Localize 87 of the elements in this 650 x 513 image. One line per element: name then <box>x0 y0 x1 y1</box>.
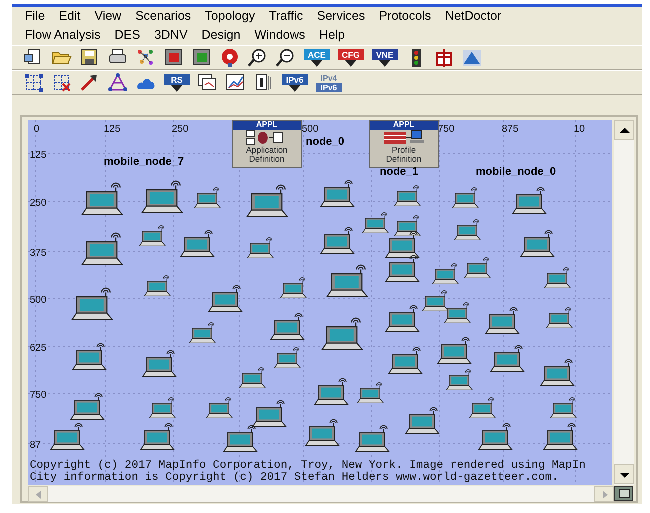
profile-icon <box>382 130 426 146</box>
laptop-icon <box>149 395 177 419</box>
laptop-icon <box>452 185 480 209</box>
laptop-icon <box>446 367 474 391</box>
laptop-icon <box>239 365 267 389</box>
node-label: mobile_node_0 <box>476 165 556 180</box>
toolbar-button[interactable]: IPv6 <box>278 71 312 94</box>
ruler-label: 125 <box>30 149 47 163</box>
ruler-label: 750 <box>30 389 47 403</box>
ruler-label: 87 <box>30 439 42 453</box>
laptop-icon <box>139 223 167 247</box>
arrow-icon <box>80 72 100 92</box>
laptop-icon <box>394 183 422 207</box>
menu-item[interactable]: Design <box>194 26 248 45</box>
toolbar-button[interactable]: VNE <box>368 46 402 69</box>
laptop-icon <box>189 320 217 344</box>
laptop-icon <box>394 213 422 237</box>
frame-icon <box>434 48 454 68</box>
ruler-label: 750 <box>438 123 455 137</box>
menu-item[interactable]: Flow Analysis <box>18 26 108 45</box>
ruler-label: 250 <box>30 197 47 211</box>
laptop-icon <box>274 345 302 369</box>
ruler-label: 10 <box>574 123 586 137</box>
menu-item[interactable]: Topology <box>198 7 262 26</box>
laptop-icon <box>362 210 390 234</box>
laptop-icon <box>206 395 234 419</box>
ruler-label: 625 <box>30 342 47 356</box>
circle-icon <box>220 48 240 68</box>
square-icon <box>192 48 212 68</box>
node-label: node_1 <box>380 165 419 180</box>
ruler-label: 125 <box>104 123 121 137</box>
laptop-icon <box>357 380 385 404</box>
application-config-node: APPL Application Definition <box>232 120 302 168</box>
menu-item[interactable]: NetDoctor <box>438 7 509 26</box>
square-icon <box>164 48 184 68</box>
laptop-icon <box>194 185 222 209</box>
copyright-text: Copyright (c) 2017 MapInfo Corporation, Troy, New York. Image rendered using MapIn City information is Copyright (c) 2017 Stefan Helders www.world-gazetteer.com. <box>30 460 586 484</box>
laptop-icon <box>432 261 460 285</box>
zoom-in-icon <box>248 48 268 68</box>
scatter-icon <box>136 48 156 68</box>
network-icon <box>108 72 128 92</box>
toolbar-button[interactable]: RS <box>160 71 194 94</box>
menu-item[interactable]: File <box>18 7 52 26</box>
menu-item[interactable]: Scenarios <box>128 7 198 26</box>
save-icon <box>80 48 100 68</box>
book-icon <box>254 72 274 92</box>
laptop-icon <box>454 217 482 241</box>
menu-item[interactable]: Traffic <box>262 7 310 26</box>
toolbar-button[interactable]: CFG <box>334 46 368 69</box>
menu-item[interactable]: Services <box>310 7 372 26</box>
ruler-label: 250 <box>172 123 189 137</box>
ruler-label: 375 <box>30 247 47 261</box>
ruler-label: 500 <box>30 294 47 308</box>
laptop-icon <box>464 255 492 279</box>
profile-config-node: APPL Profile Definition <box>369 120 439 168</box>
laptop-icon <box>546 305 574 329</box>
laptop-icon <box>550 395 578 419</box>
overview-icon[interactable] <box>614 486 634 502</box>
toolbar-button[interactable]: ACE <box>300 46 334 69</box>
chart-icon <box>226 72 246 92</box>
menu-item[interactable]: View <box>88 7 129 26</box>
vertical-scrollbar[interactable] <box>614 120 634 485</box>
node-label: mobile_node_7 <box>104 155 184 170</box>
scroll-down-icon[interactable] <box>614 464 634 484</box>
menu-item[interactable]: Protocols <box>372 7 438 26</box>
ruler-label: 500 <box>302 123 319 137</box>
menu-item[interactable]: Windows <box>248 26 312 45</box>
node-label: node_0 <box>306 135 345 150</box>
zoom-out-icon <box>276 48 296 68</box>
laptop-icon <box>469 395 497 419</box>
menu-item[interactable]: 3DNV <box>147 26 195 45</box>
toolbar-button[interactable]: IPv4 IPv6 <box>312 71 346 94</box>
grid-icon <box>24 72 44 92</box>
menu-item[interactable]: DES <box>108 26 148 45</box>
laptop-icon <box>144 273 172 297</box>
menu-item[interactable]: Edit <box>52 7 88 26</box>
laptop-icon <box>247 235 275 259</box>
menu-item[interactable]: Help <box>312 26 352 45</box>
windows-icon <box>198 72 218 92</box>
laptop-icon <box>280 275 308 299</box>
laptop-icon <box>544 265 572 289</box>
ruler-label: 875 <box>502 123 519 137</box>
scroll-up-icon[interactable] <box>614 120 634 140</box>
ruler-label: 0 <box>34 123 40 137</box>
laptop-icon <box>444 300 472 324</box>
grid-icon <box>52 72 72 92</box>
laptop-icon <box>422 288 450 312</box>
